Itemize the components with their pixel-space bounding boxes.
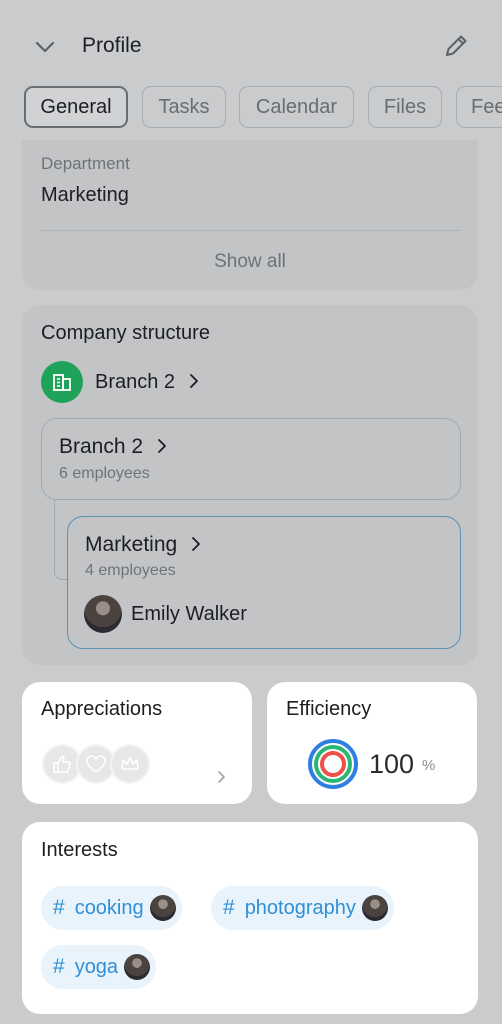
- interest-tag[interactable]: # photography: [211, 886, 394, 930]
- divider: [41, 230, 460, 231]
- avatar: [124, 954, 151, 980]
- hash-icon: #: [53, 955, 65, 978]
- tab-tasks[interactable]: Tasks: [142, 86, 226, 128]
- branch-box-title: Branch 2: [59, 435, 144, 458]
- branch-box-count: 6 employees: [59, 465, 150, 482]
- employee-name[interactable]: Emily Walker: [131, 603, 247, 626]
- tab-bar: General Tasks Calendar Files Fee: [24, 86, 502, 130]
- tab-files[interactable]: Files: [368, 86, 442, 128]
- show-all-button[interactable]: Show all: [22, 251, 478, 273]
- efficiency-value: 100: [369, 749, 415, 779]
- chevron-right-icon: [189, 374, 198, 388]
- tree-connector: [54, 500, 68, 580]
- chevron-right-icon: [218, 771, 225, 783]
- avatar: [361, 895, 388, 921]
- department-value: Marketing: [41, 184, 129, 206]
- interests-card: Interests # cooking # photography # yoga: [22, 822, 478, 1014]
- chevron-right-icon: [192, 537, 200, 551]
- appreciations-title: Appreciations: [41, 698, 163, 720]
- company-structure-title: Company structure: [41, 322, 210, 344]
- department-box-count: 4 employees: [85, 562, 176, 579]
- interests-title: Interests: [41, 839, 118, 861]
- tab-general[interactable]: General: [24, 86, 128, 128]
- building-icon: [41, 361, 83, 403]
- department-box[interactable]: Marketing 4 employees Emily Walker: [67, 516, 461, 649]
- efficiency-title: Efficiency: [286, 698, 372, 720]
- branch-box[interactable]: Branch 2 6 employees: [41, 418, 461, 500]
- efficiency-card[interactable]: Efficiency 100 %: [267, 682, 477, 804]
- page-title: Profile: [82, 34, 142, 57]
- edit-icon[interactable]: [442, 32, 470, 60]
- header: Profile: [0, 0, 502, 80]
- hash-icon: #: [53, 896, 65, 919]
- appreciations-card[interactable]: Appreciations: [22, 682, 252, 804]
- branch-box-name: Branch 2: [59, 435, 169, 459]
- crown-icon: [110, 744, 150, 784]
- tab-feed[interactable]: Fee: [456, 86, 502, 128]
- department-box-name: Marketing: [85, 533, 203, 557]
- chevron-right-icon: [158, 439, 166, 453]
- efficiency-unit: %: [422, 757, 436, 774]
- department-label: Department: [41, 154, 130, 173]
- interest-tag[interactable]: # cooking: [41, 886, 182, 930]
- company-structure-card: Company structure Branch 2 Branch 2 6 em…: [22, 305, 478, 665]
- avatar: [149, 895, 176, 921]
- interest-tag[interactable]: # yoga: [41, 945, 157, 989]
- tab-calendar[interactable]: Calendar: [239, 86, 354, 128]
- efficiency-rings-icon: [308, 739, 358, 789]
- info-card: Department Marketing Show all: [22, 140, 478, 290]
- hash-icon: #: [223, 896, 235, 919]
- interest-tag-label: photography: [244, 896, 356, 919]
- root-branch-link[interactable]: Branch 2: [95, 371, 201, 394]
- department-box-title: Marketing: [85, 533, 178, 556]
- avatar: [84, 595, 122, 633]
- interest-tag-label: cooking: [74, 896, 144, 919]
- interest-tag-label: yoga: [74, 955, 119, 978]
- root-branch-name: Branch 2: [95, 371, 176, 393]
- chevron-down-icon[interactable]: [34, 36, 56, 58]
